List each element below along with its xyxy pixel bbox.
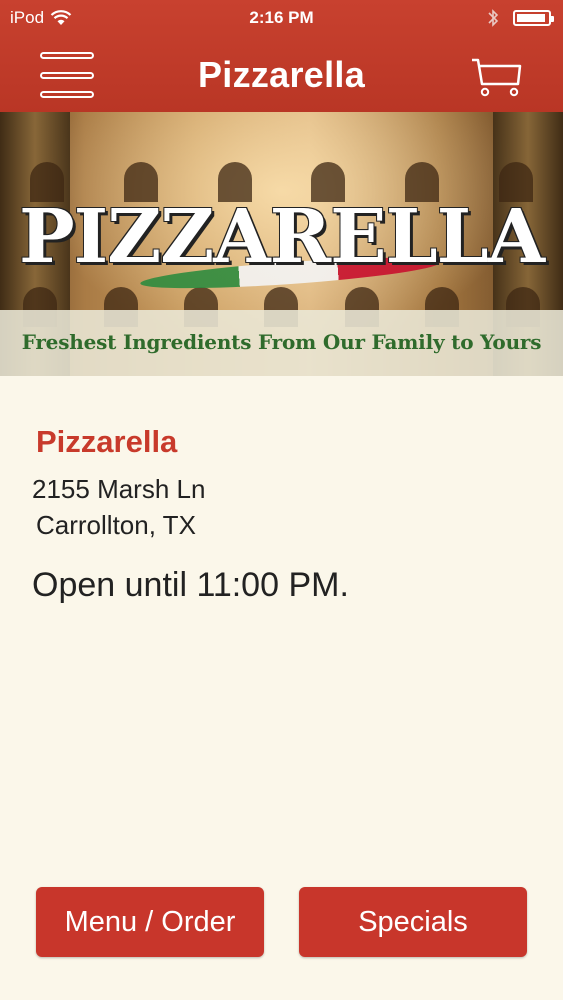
address-line-2: Carrollton, TX xyxy=(36,510,196,540)
specials-button[interactable]: Specials xyxy=(299,887,527,957)
bluetooth-icon xyxy=(488,9,499,27)
battery-icon xyxy=(513,10,554,26)
menu-order-button[interactable]: Menu / Order xyxy=(36,887,264,957)
hero-banner: PIZZARELLA Freshest Ingredients From Our… xyxy=(0,112,563,376)
restaurant-logo: PIZZARELLA xyxy=(18,194,545,280)
top-bar: iPod 2:16 PM Pizzarella xyxy=(0,0,563,112)
tagline: Freshest Ingredients From Our Family to … xyxy=(21,330,542,354)
store-name: Pizzarella xyxy=(36,424,178,459)
navigation-bar: Pizzarella xyxy=(0,44,563,108)
address-line-1: 2155 Marsh Ln xyxy=(32,474,206,504)
status-bar: iPod 2:16 PM xyxy=(0,0,563,36)
store-info: Pizzarella 2155 Marsh Ln Carrollton, TX … xyxy=(0,376,563,1000)
shopping-cart-icon[interactable] xyxy=(470,54,524,98)
status-time: 2:16 PM xyxy=(249,8,314,27)
store-hours: Open until 11:00 PM. xyxy=(32,566,349,604)
status-right xyxy=(487,8,554,28)
